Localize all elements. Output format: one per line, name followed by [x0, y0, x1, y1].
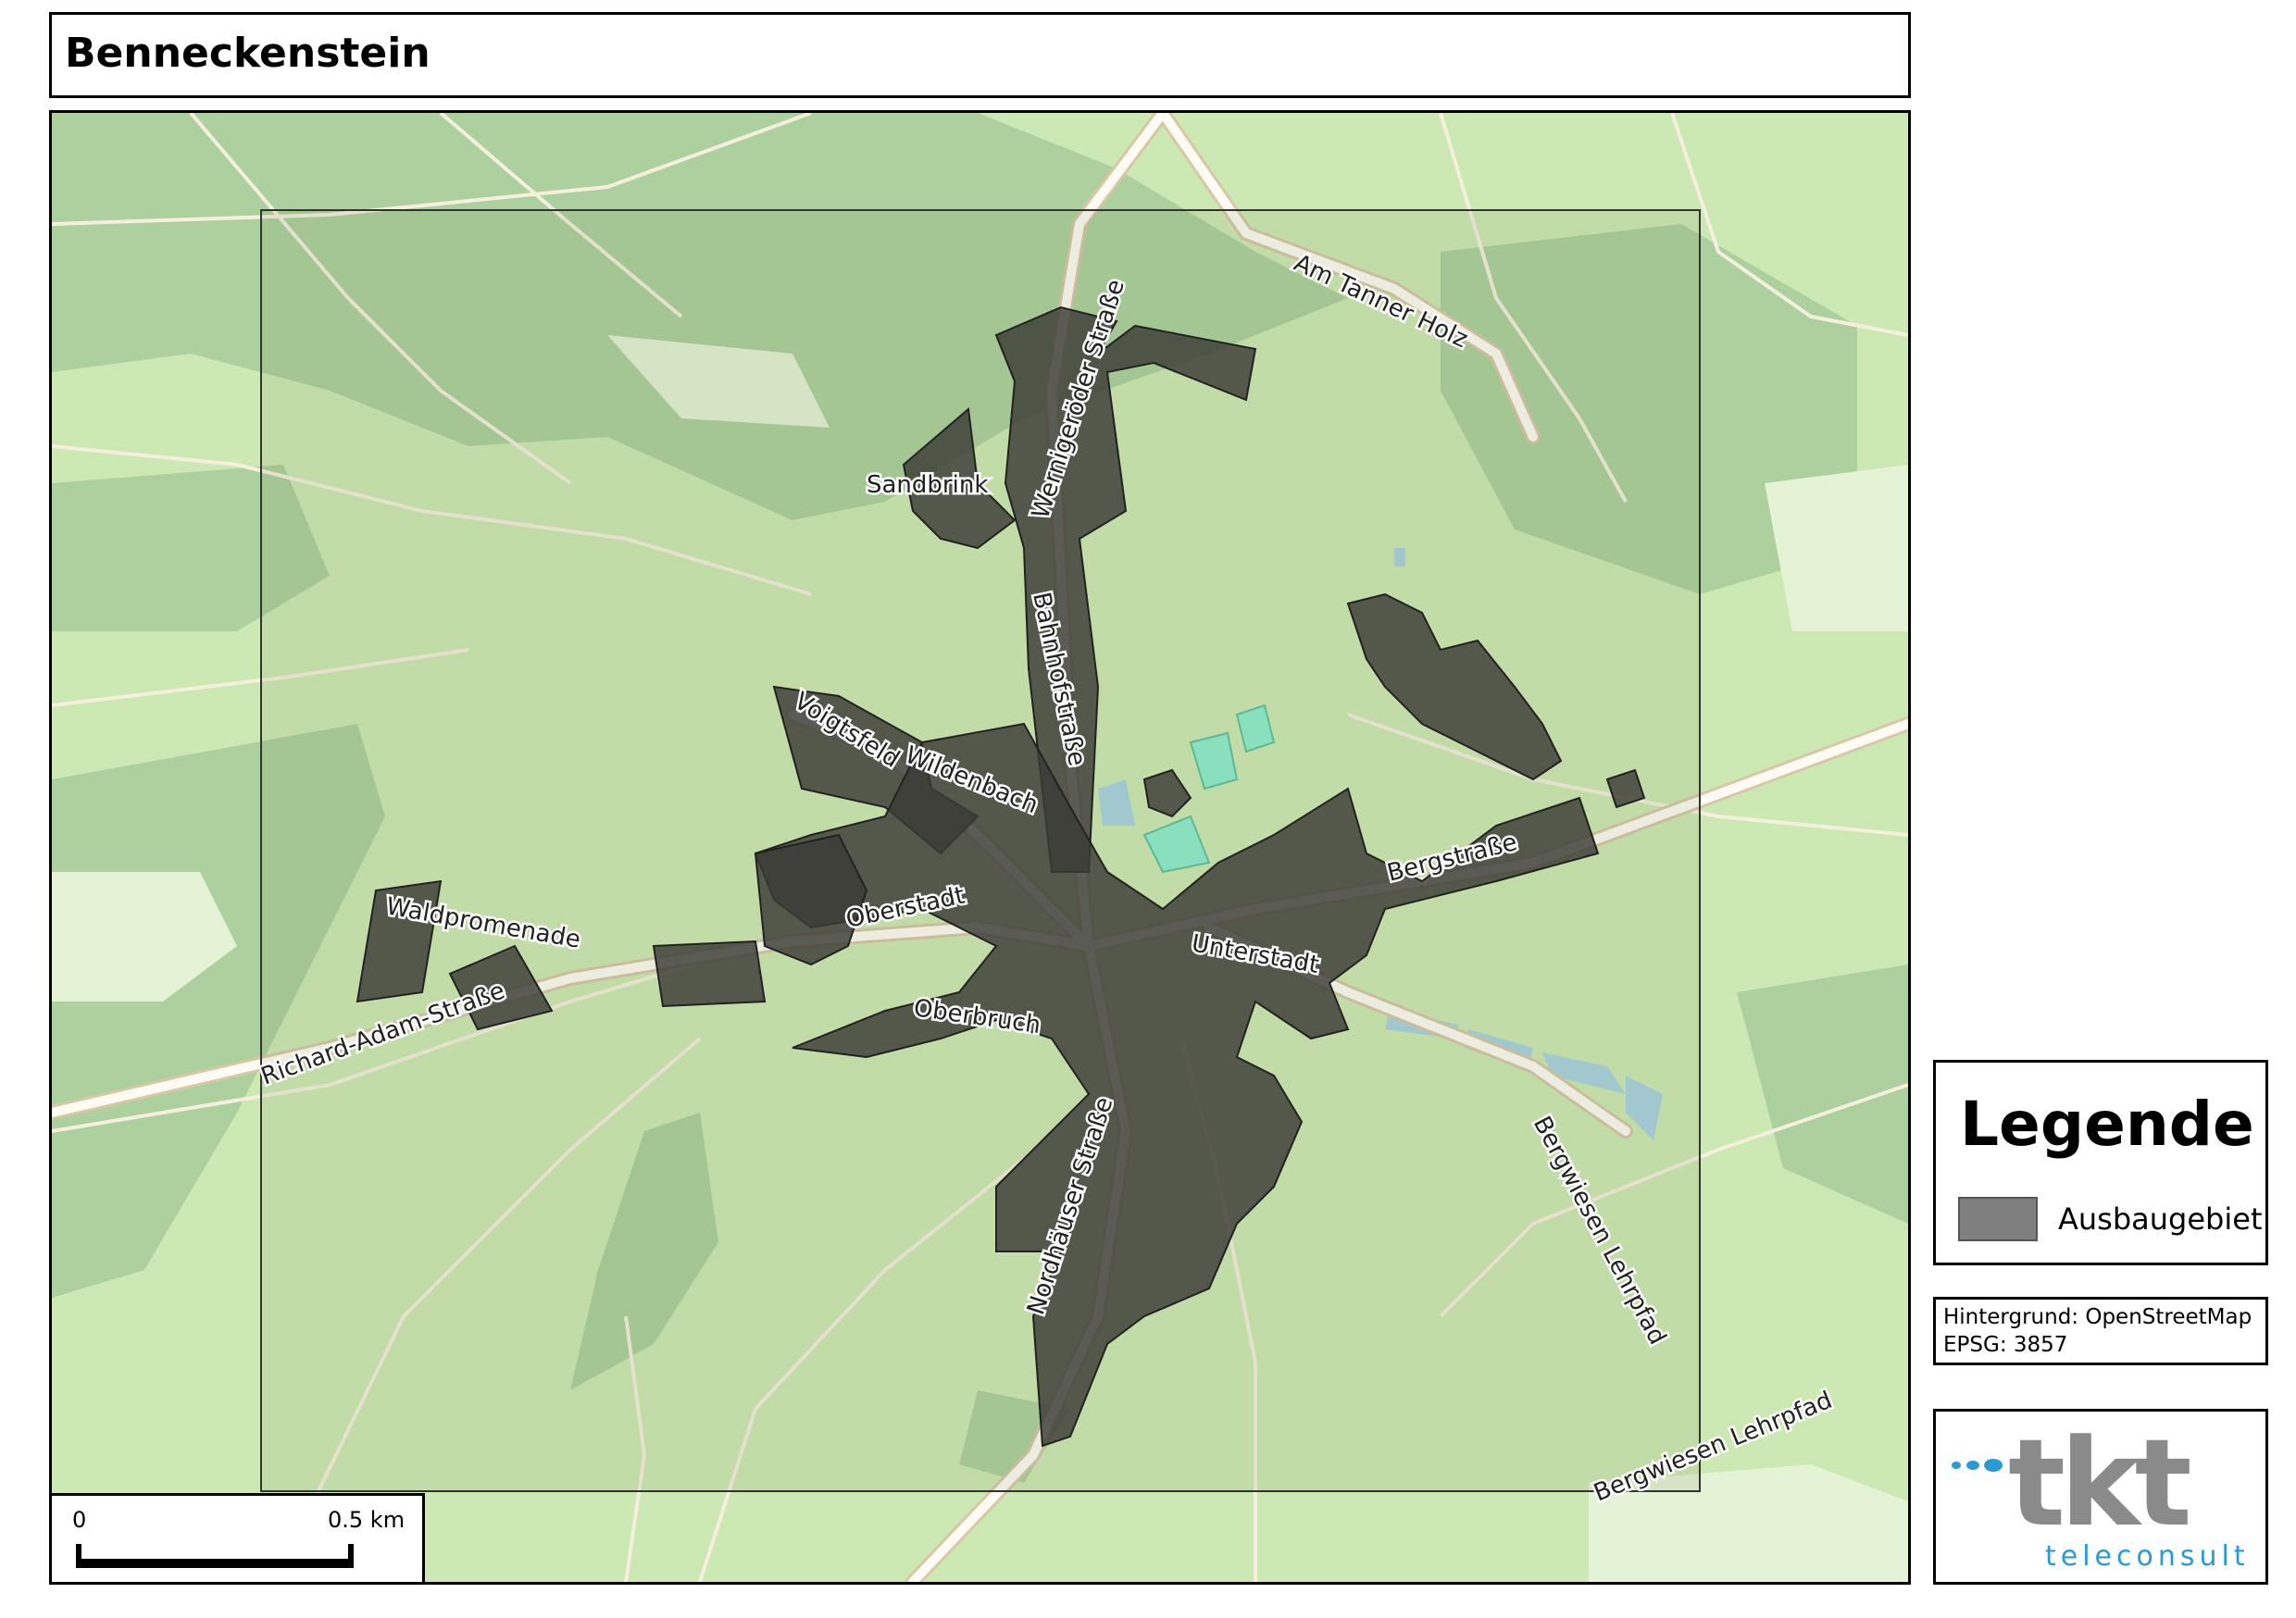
area-oberstadt-west — [652, 940, 767, 1008]
scale-tick-right — [348, 1544, 354, 1568]
legend-title: Legende — [1960, 1089, 2254, 1160]
tkt-logo: tkt teleconsult — [1952, 1413, 2250, 1573]
scale-start-label: 0 — [72, 1507, 87, 1533]
scale-bar-box: 0 0.5 km — [49, 1493, 425, 1585]
logo-dots-icon — [1952, 1459, 2003, 1472]
street-label-sandbrink: Sandbrink — [867, 471, 988, 499]
map-frame[interactable]: Am Tanner Holz Wernigeröder Straße Sandb… — [49, 110, 1911, 1585]
map-canvas[interactable]: Am Tanner Holz Wernigeröder Straße Sandb… — [52, 113, 1908, 1582]
source-background: Hintergrund: OpenStreetMap — [1943, 1305, 2252, 1329]
scale-end-label: 0.5 km — [328, 1507, 406, 1533]
logo-subtitle: teleconsult — [2045, 1540, 2250, 1573]
legend-box: Legende Ausbaugebiet — [1933, 1060, 2268, 1265]
source-box: Hintergrund: OpenStreetMap EPSG: 3857 — [1933, 1297, 2268, 1365]
legend-swatch-ausbaugebiet — [1958, 1197, 2038, 1241]
map-title: Benneckenstein — [65, 30, 430, 77]
legend-label-ausbaugebiet: Ausbaugebiet — [2058, 1201, 2263, 1237]
source-crs: EPSG: 3857 — [1943, 1333, 2068, 1357]
logo-wordmark: tkt — [2008, 1413, 2190, 1553]
logo-box: tkt teleconsult — [1933, 1409, 2268, 1585]
title-box: Benneckenstein — [49, 12, 1911, 98]
scale-bar — [76, 1559, 354, 1568]
